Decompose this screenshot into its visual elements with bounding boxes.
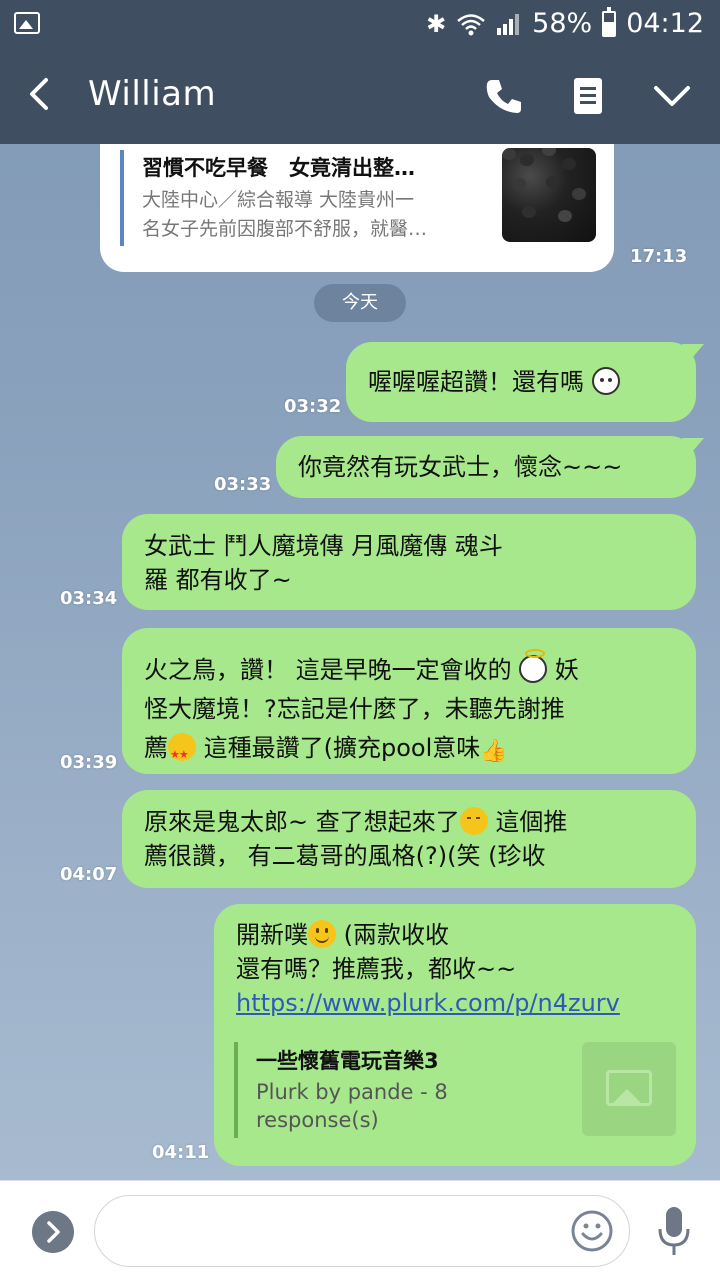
message-text: 火之鳥，讚！ 這是早晚一定會收的 (144, 656, 512, 684)
message-text: 怪大魔境！?忘記是什麼了，未聽先謝推 (144, 695, 565, 723)
message-text: 喔喔喔超讚！還有嗎 (368, 368, 584, 396)
message-text: 薦很讚， 有二葛哥的風格(?)(笑 (珍收 (144, 842, 546, 870)
message-input[interactable] (94, 1195, 630, 1267)
message-text: 開新噗 (236, 921, 308, 949)
outgoing-message[interactable]: 喔喔喔超讚！還有嗎 (346, 342, 696, 422)
thumbs-up-emoji-icon: 👍 (480, 739, 508, 764)
status-bar: ✱ 58% 04:12 (0, 0, 720, 48)
card-description: 大陸中心／綜合報導 大陸貴州一 名女子先前因腹部不舒服，就醫… (142, 189, 428, 240)
message-time: 03:32 (284, 396, 342, 417)
kissing-face-emoji-icon (459, 807, 488, 835)
mic-icon[interactable] (654, 1205, 694, 1261)
battery-percent: 58% (532, 8, 593, 39)
ghost-face-emoji-icon (591, 367, 620, 395)
contact-name: William (88, 74, 217, 114)
preview-accent-bar (234, 1042, 238, 1138)
star-eyes-emoji-icon (168, 733, 196, 774)
wifi-icon (457, 13, 485, 35)
message-bubble[interactable]: 開新噗 (兩款收收 還有嗎？推薦我，都收~~ https://www.plurk… (214, 904, 696, 1166)
message-bubble[interactable]: 原來是鬼太郎~ 查了想起來了 這個推 薦很讚， 有二葛哥的風格(?)(笑 (珍收 (122, 790, 696, 888)
message-time: 03:39 (60, 752, 118, 773)
card-title: 習慣不吃早餐 女竟清出整… (142, 156, 415, 180)
preview-title: 一些懷舊電玩音樂3 (256, 1049, 439, 1073)
bluetooth-icon: ✱ (426, 9, 447, 38)
message-text: 女武士 鬥人魔境傳 月風魔傳 魂斗 (144, 532, 503, 560)
date-divider: 今天 (314, 284, 406, 322)
chevron-down-icon[interactable] (648, 72, 696, 120)
message-text: 羅 都有收了~ (144, 566, 292, 594)
message-bubble[interactable]: 火之鳥，讚！ 這是早晚一定會收的 妖 怪大魔境！?忘記是什麼了，未聽先謝推 薦 … (122, 628, 696, 774)
message-time: 04:11 (152, 1142, 210, 1163)
card-accent-bar (120, 150, 124, 246)
outgoing-message[interactable]: 你竟然有玩女武士，懷念~~~ (276, 436, 696, 498)
card-thumbnail (502, 148, 596, 242)
signal-icon (497, 13, 520, 35)
battery-icon (602, 6, 617, 37)
plurk-link[interactable]: https://www.plurk.com/p/n4zurv (236, 986, 696, 1020)
notes-icon[interactable] (564, 72, 612, 120)
message-text: 薦 (144, 734, 168, 762)
image-placeholder-icon (582, 1042, 676, 1136)
message-text: 這個推 (495, 808, 568, 836)
back-arrow-icon[interactable] (22, 74, 56, 114)
message-time: 03:34 (60, 588, 118, 609)
phone-icon[interactable] (480, 72, 528, 120)
message-text: 這種最讚了(擴充pool意味 (203, 734, 481, 762)
chevron-right-icon[interactable] (32, 1211, 74, 1253)
shared-article-card[interactable]: 習慣不吃早餐 女竟清出整… 大陸中心／綜合報導 大陸貴州一 名女子先前因腹部不舒… (100, 144, 614, 272)
message-input-bar (0, 1180, 720, 1281)
chat-header: William (0, 48, 720, 144)
message-bubble[interactable]: 女武士 鬥人魔境傳 月風魔傳 魂斗 羅 都有收了~ (122, 514, 696, 610)
angel-emoji-icon (519, 649, 548, 683)
message-time: 03:33 (214, 474, 272, 495)
gallery-notification-icon (14, 12, 40, 34)
preview-description: Plurk by pande - 8 response(s) (256, 1080, 448, 1132)
message-text: 你竟然有玩女武士，懷念~~~ (298, 453, 623, 481)
clock: 04:12 (626, 8, 704, 39)
smiley-icon[interactable] (570, 1209, 614, 1253)
message-time: 04:07 (60, 864, 118, 885)
status-icons: ✱ 58% 04:12 (426, 6, 704, 39)
message-text: 原來是鬼太郎~ 查了想起來了 (144, 808, 460, 836)
message-text: (兩款收收 (343, 921, 450, 949)
message-text: 還有嗎？推薦我，都收~~ (236, 955, 517, 983)
message-text: 妖 (554, 656, 579, 684)
smiling-face-emoji-icon (308, 920, 336, 948)
link-preview[interactable]: 一些懷舊電玩音樂3 Plurk by pande - 8 response(s) (234, 1042, 676, 1138)
message-time: 17:13 (630, 246, 688, 267)
